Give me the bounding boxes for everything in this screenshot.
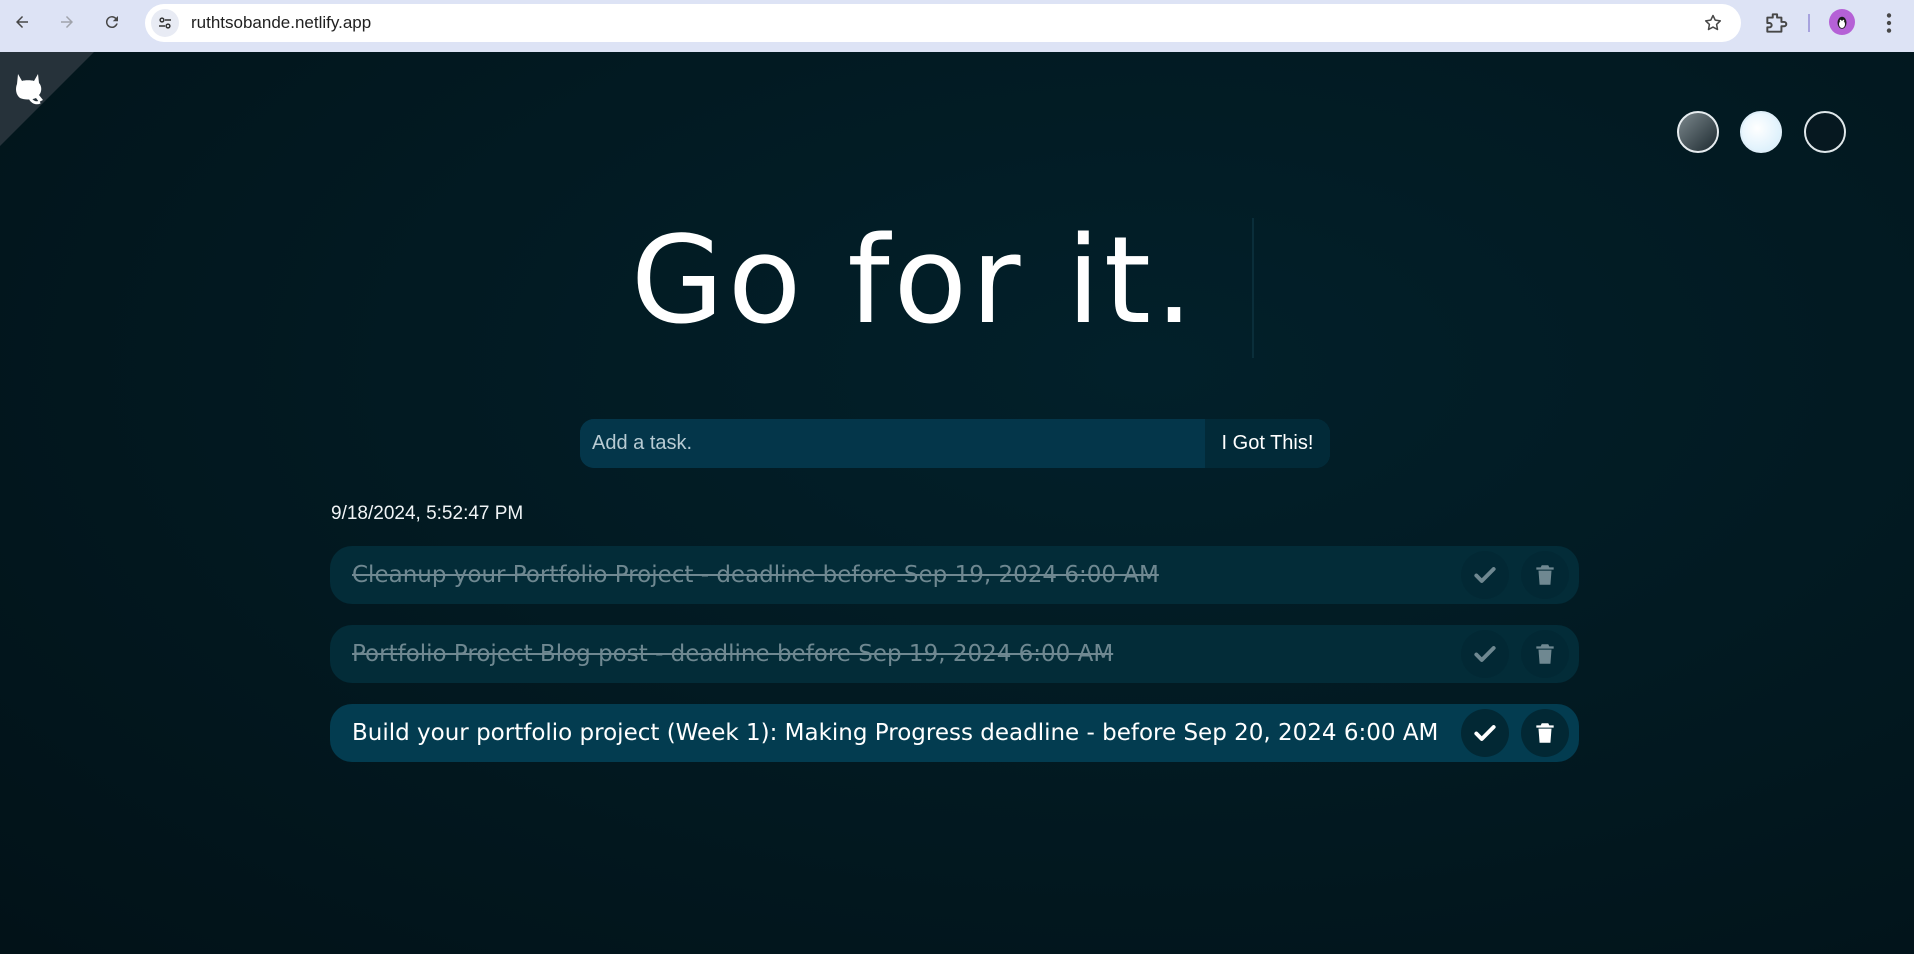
profile-avatar[interactable]	[1829, 9, 1855, 35]
trash-icon	[1536, 644, 1554, 664]
complete-task-button[interactable]	[1461, 709, 1509, 757]
site-info-button[interactable]	[151, 9, 179, 37]
arrow-right-icon	[61, 16, 73, 28]
toolbar-divider	[1808, 14, 1810, 32]
check-icon	[1474, 567, 1496, 583]
more-menu-icon[interactable]	[1876, 10, 1902, 36]
task-item: Build your portfolio project (Week 1): M…	[330, 704, 1579, 762]
task-text: Portfolio Project Blog post - deadline b…	[352, 641, 1114, 667]
title-cursor	[1252, 218, 1254, 358]
delete-task-button[interactable]	[1521, 709, 1569, 757]
delete-task-button[interactable]	[1521, 551, 1569, 599]
theme-light-button[interactable]	[1740, 111, 1782, 153]
trash-icon	[1536, 565, 1554, 585]
add-task-button[interactable]: I Got This!	[1205, 419, 1330, 468]
datetime-display: 9/18/2024, 5:52:47 PM	[331, 503, 524, 524]
url-text[interactable]: ruthtsobande.netlify.app	[191, 13, 371, 33]
extensions-icon[interactable]	[1763, 10, 1789, 36]
trash-icon	[1536, 723, 1554, 743]
task-text: Cleanup your Portfolio Project - deadlin…	[352, 562, 1159, 588]
theme-standard-button[interactable]	[1677, 111, 1719, 153]
check-icon	[1474, 646, 1496, 662]
bookmark-star-icon[interactable]	[1703, 13, 1723, 33]
delete-task-button[interactable]	[1521, 630, 1569, 678]
reload-icon	[105, 16, 118, 29]
reload-button[interactable]	[98, 8, 126, 36]
complete-task-button[interactable]	[1461, 630, 1509, 678]
task-input[interactable]	[580, 419, 1205, 468]
complete-task-button[interactable]	[1461, 551, 1509, 599]
browser-toolbar: ruthtsobande.netlify.app	[0, 0, 1914, 52]
task-item: Cleanup your Portfolio Project - deadlin…	[330, 546, 1579, 604]
back-button[interactable]	[8, 8, 36, 36]
github-octocat-icon[interactable]	[6, 64, 50, 108]
address-bar[interactable]: ruthtsobande.netlify.app	[145, 4, 1741, 42]
avatar-icon	[1837, 16, 1847, 29]
app-page: Go for it. I Got This! 9/18/2024, 5:52:4…	[0, 52, 1914, 954]
task-text: Build your portfolio project (Week 1): M…	[352, 720, 1439, 746]
page-title: Go for it.	[630, 212, 1198, 351]
check-icon	[1474, 725, 1496, 741]
task-list: Cleanup your Portfolio Project - deadlin…	[330, 546, 1579, 783]
arrow-left-icon	[16, 16, 28, 28]
theme-darker-button[interactable]	[1804, 111, 1846, 153]
tune-icon	[159, 17, 171, 29]
add-task-form: I Got This!	[580, 419, 1330, 468]
forward-button[interactable]	[53, 8, 81, 36]
task-item: Portfolio Project Blog post - deadline b…	[330, 625, 1579, 683]
